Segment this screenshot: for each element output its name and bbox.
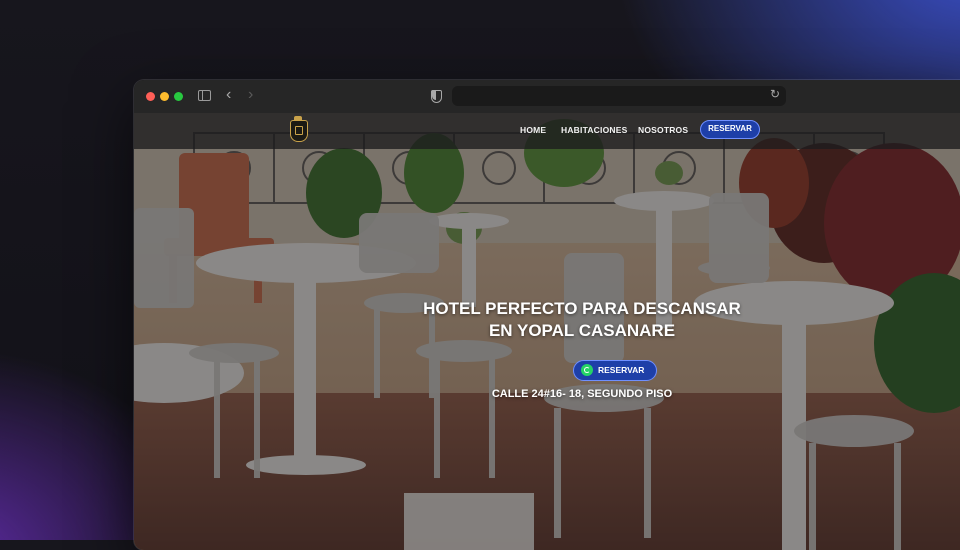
hero-reservar-label: RESERVAR xyxy=(598,365,645,375)
nav-link-habitaciones[interactable]: HABITACIONES xyxy=(561,125,627,135)
minimize-window-button[interactable] xyxy=(160,92,169,101)
forward-arrow-icon[interactable]: › xyxy=(248,86,253,104)
reload-icon[interactable]: ↻ xyxy=(770,87,780,101)
sidebar-toggle-icon[interactable] xyxy=(198,90,211,101)
nav-link-nosotros[interactable]: NOSOTROS xyxy=(638,125,688,135)
hotel-logo[interactable] xyxy=(290,116,308,142)
close-window-button[interactable] xyxy=(146,92,155,101)
hero-reservar-button[interactable]: RESERVAR xyxy=(573,360,657,381)
page-viewport: HOME HABITACIONES NOSOTROS RESERVAR HOTE… xyxy=(134,113,960,550)
hero-title-line2: EN YOPAL CASANARE xyxy=(488,321,676,340)
hero-title-line1: HOTEL PERFECTO PARA DESCANSAR xyxy=(423,299,741,318)
hero-address: CALLE 24#16- 18, SEGUNDO PISO xyxy=(491,388,673,400)
shield-icon[interactable] xyxy=(431,90,442,103)
address-bar[interactable]: ↻ xyxy=(452,86,786,106)
nav-reservar-button[interactable]: RESERVAR xyxy=(700,120,760,139)
maximize-window-button[interactable] xyxy=(174,92,183,101)
browser-window: ‹ › ↻ HOME HABITACIONES NOSOTROS RESERVA… xyxy=(134,80,960,550)
whatsapp-icon xyxy=(581,364,593,376)
site-navbar: HOME HABITACIONES NOSOTROS RESERVAR xyxy=(134,113,960,149)
browser-toolbar: ‹ › ↻ xyxy=(134,80,960,114)
back-arrow-icon[interactable]: ‹ xyxy=(226,86,231,104)
nav-link-home[interactable]: HOME xyxy=(520,125,546,135)
